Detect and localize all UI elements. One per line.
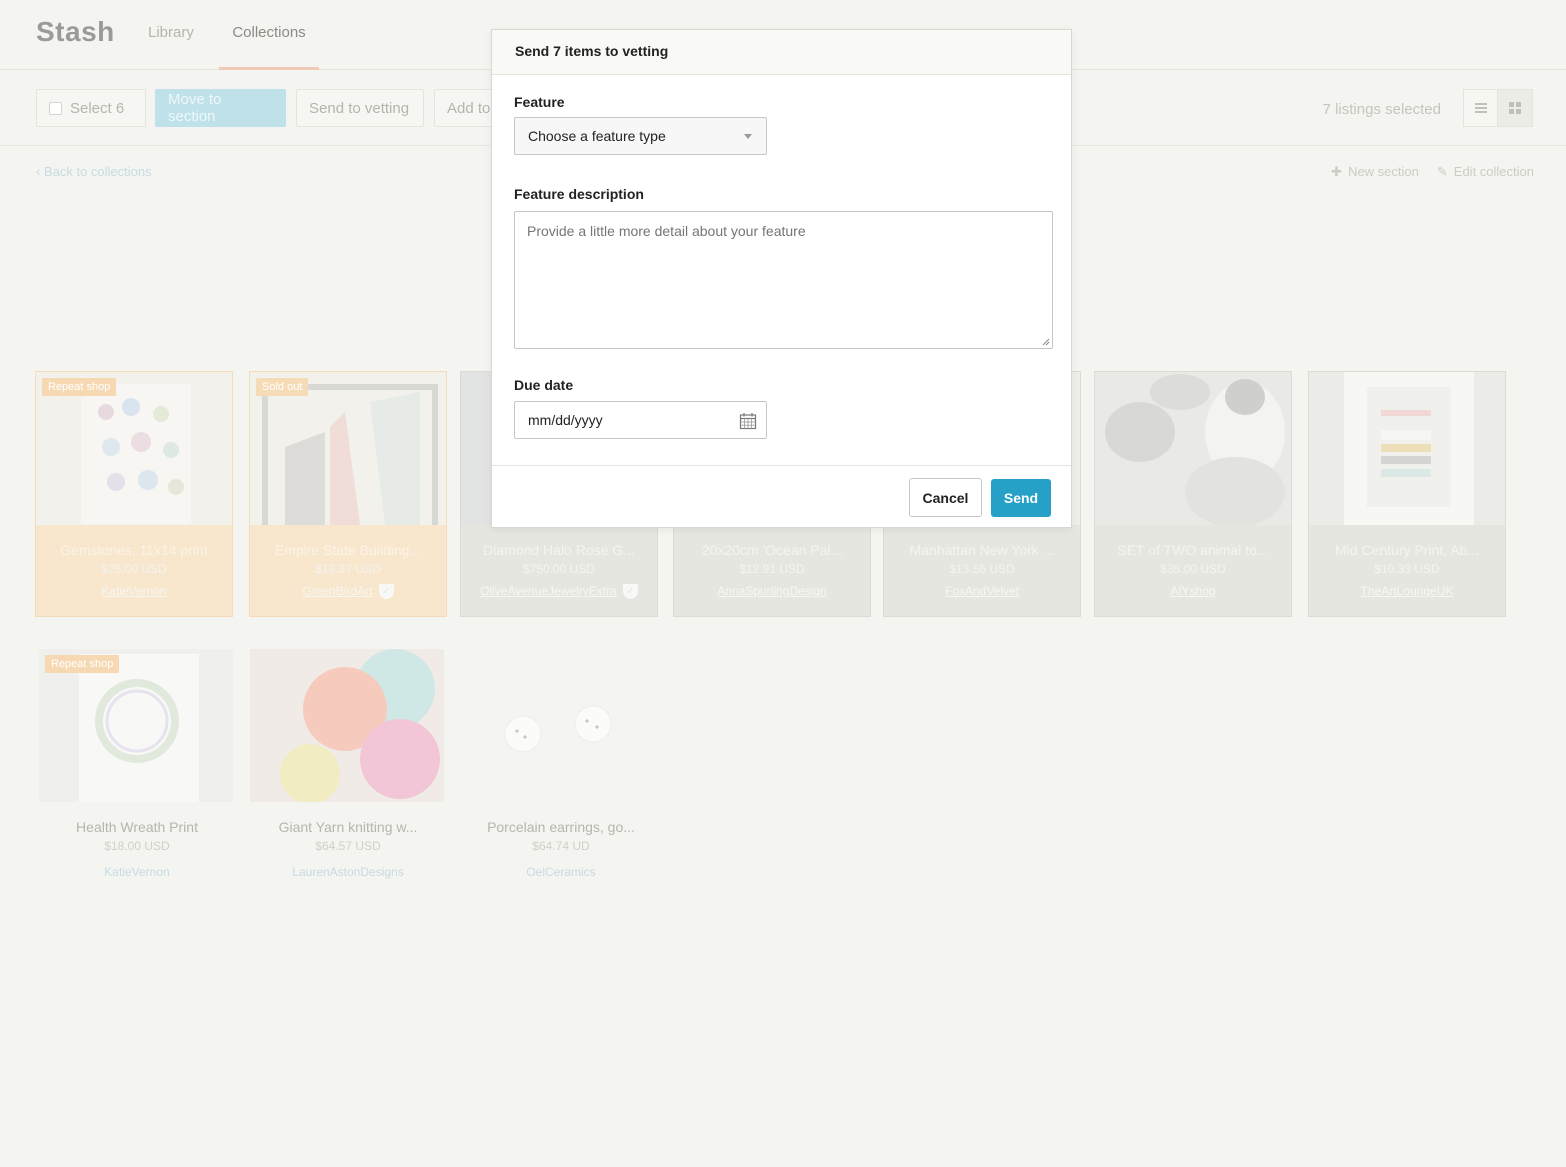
seller-link[interactable]: AIYshop <box>1095 584 1291 598</box>
collection-actions: ✚ New section ✎ Edit collection <box>1331 164 1534 180</box>
resize-grip-icon[interactable] <box>1042 338 1050 346</box>
select-label: Select 6 <box>70 99 125 117</box>
shield-icon: ✓ <box>622 584 638 600</box>
listing-card[interactable]: Repeat shop Health Wreath Print $18.00 U… <box>39 649 235 889</box>
due-date-input[interactable]: mm/dd/yyyy <box>514 401 767 439</box>
shield-icon: ✓ <box>378 584 394 600</box>
edit-collection-label: Edit collection <box>1453 164 1534 179</box>
dialog-header: Send 7 items to vetting <box>492 30 1071 75</box>
listing-title[interactable]: Giant Yarn knitting w... <box>250 819 446 835</box>
listing-title[interactable]: Gemstones, 11x14 print <box>36 542 232 558</box>
repeat-shop-badge: Repeat shop <box>45 655 120 673</box>
grid-view-button[interactable] <box>1497 89 1533 127</box>
plus-icon: ✚ <box>1331 164 1343 179</box>
send-to-vetting-button[interactable]: Send to vetting <box>296 89 424 127</box>
listing-title[interactable]: Porcelain earrings, go... <box>463 819 659 835</box>
listing-card[interactable]: Giant Yarn knitting w... $64.57 USD Laur… <box>250 649 446 889</box>
listing-price: $10.33 USD <box>1374 562 1440 576</box>
seller-link[interactable]: FoxAndVelvet <box>884 584 1080 598</box>
chevron-down-icon <box>744 134 752 139</box>
feature-description-label: Feature description <box>514 186 644 202</box>
listing-price: $64.74 UD <box>532 839 590 853</box>
tab-collections[interactable]: Collections <box>219 24 319 70</box>
listing-title[interactable]: Empire State Building... <box>250 542 446 558</box>
seller-link[interactable]: KatieVernon <box>39 865 235 879</box>
move-to-section-button[interactable]: Move to section <box>155 89 286 127</box>
send-button[interactable]: Send <box>991 479 1051 517</box>
app-logo[interactable]: Stash <box>36 16 115 48</box>
cancel-button[interactable]: Cancel <box>909 478 982 517</box>
seller-link[interactable]: OelCeramics <box>463 865 659 879</box>
due-date-label: Due date <box>514 377 574 393</box>
listing-card[interactable]: Sold out Empire State Building... $19.37… <box>249 371 447 617</box>
selected-count: 7 listings selected <box>1322 101 1441 118</box>
select-all-button[interactable]: Select 6 <box>36 89 146 127</box>
listing-image <box>463 649 657 802</box>
listing-card[interactable]: SET of TWO animal to... $35.00 USD AIYsh… <box>1094 371 1292 617</box>
calendar-icon[interactable] <box>739 412 757 430</box>
listing-price: $25.00 USD <box>101 562 167 576</box>
listing-price: $18.00 USD <box>104 839 170 853</box>
seller-link[interactable]: AnnaSpurlingDesign <box>674 584 870 598</box>
listing-title[interactable]: Diamond Halo Rose G... <box>461 542 657 558</box>
listing-price: $13.56 USD <box>949 562 1015 576</box>
list-view-button[interactable] <box>1463 89 1499 127</box>
seller-link[interactable]: TheArtLoungeUK <box>1309 584 1505 598</box>
listing-image <box>250 649 444 802</box>
back-to-collections-link[interactable]: ‹ Back to collections <box>36 164 152 179</box>
seller-link[interactable]: KatieVernon <box>36 584 232 598</box>
tab-library[interactable]: Library <box>148 24 194 70</box>
seller-name: GreenBirdArt <box>302 584 373 598</box>
pencil-icon: ✎ <box>1436 164 1448 179</box>
grid-view-icon <box>1509 102 1521 114</box>
listing-price: $12.91 USD <box>739 562 805 576</box>
listing-price: $750.00 USD <box>522 562 596 576</box>
listing-card[interactable]: Repeat shop Gemstones, 11x14 print $25.0… <box>35 371 233 617</box>
seller-name: OliveAvenueJewelryExtra <box>480 584 617 598</box>
listing-title[interactable]: 20x20cm 'Ocean Pal... <box>674 542 870 558</box>
new-section-button[interactable]: ✚ New section <box>1331 164 1419 180</box>
edit-collection-button[interactable]: ✎ Edit collection <box>1437 164 1534 180</box>
listing-image <box>1309 372 1505 525</box>
due-date-value: mm/dd/yyyy <box>528 412 603 428</box>
listing-title[interactable]: Health Wreath Print <box>39 819 235 835</box>
listing-image <box>1095 372 1291 525</box>
listing-price: $19.37 USD <box>315 562 381 576</box>
new-section-label: New section <box>1348 164 1419 179</box>
sold-out-badge: Sold out <box>256 378 309 396</box>
listing-price: $64.57 USD <box>315 839 381 853</box>
listing-title[interactable]: Manhattan New York ... <box>884 542 1080 558</box>
feature-description-input[interactable] <box>514 211 1053 349</box>
dialog-footer-divider <box>492 465 1071 466</box>
listing-price: $35.00 USD <box>1160 562 1226 576</box>
listing-card[interactable]: Porcelain earrings, go... $64.74 UD OelC… <box>463 649 659 889</box>
feature-type-value: Choose a feature type <box>528 128 666 144</box>
listing-card[interactable]: Mid Century Print, Ab... $10.33 USD TheA… <box>1308 371 1506 617</box>
list-view-icon <box>1475 103 1487 113</box>
seller-link[interactable]: OliveAvenueJewelryExtra ✓ <box>461 584 657 600</box>
select-checkbox[interactable] <box>49 101 62 115</box>
dialog-title: Send 7 items to vetting <box>515 43 669 59</box>
feature-type-select[interactable]: Choose a feature type <box>514 117 767 155</box>
listing-title[interactable]: SET of TWO animal to... <box>1095 542 1291 558</box>
feature-label: Feature <box>514 94 565 110</box>
repeat-shop-badge: Repeat shop <box>42 378 117 396</box>
seller-link[interactable]: LaurenAstonDesigns <box>250 865 446 879</box>
seller-link[interactable]: GreenBirdArt ✓ <box>250 584 446 600</box>
listing-title[interactable]: Mid Century Print, Ab... <box>1309 542 1505 558</box>
send-to-vetting-dialog: Send 7 items to vetting Feature Choose a… <box>491 29 1072 528</box>
